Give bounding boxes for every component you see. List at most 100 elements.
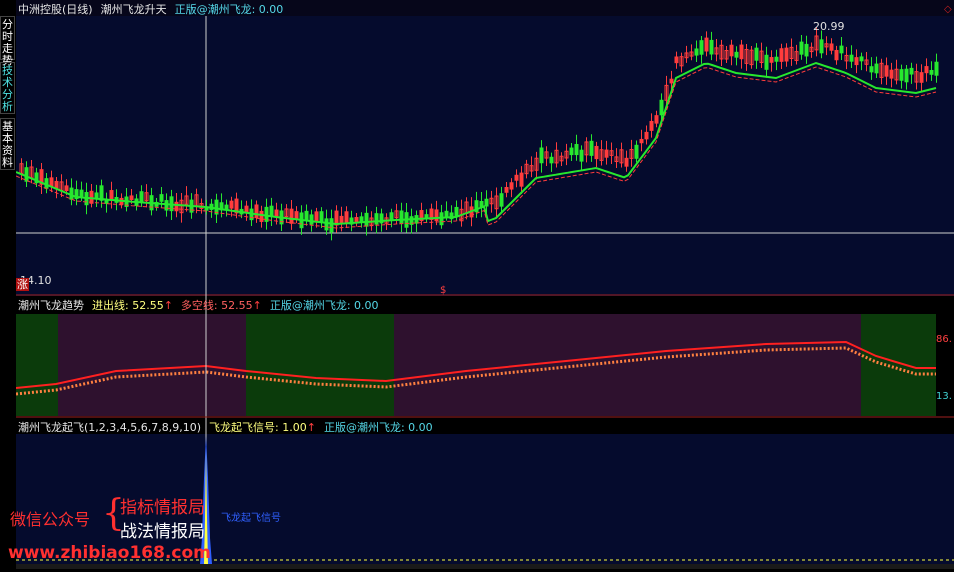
candle-body: [919, 72, 924, 83]
signal-header: 潮州飞龙起飞(1,2,3,4,5,6,7,8,9,10) 飞龙起飞信号: 1.00…: [18, 419, 441, 435]
candle-body: [784, 47, 789, 62]
candle-body: [799, 41, 804, 55]
tab-technical-analysis[interactable]: 技术分析: [0, 62, 15, 114]
high-price-label: 20.99: [813, 20, 845, 33]
candle-body: [819, 39, 824, 54]
candle-body: [674, 56, 679, 64]
main-chart-svg[interactable]: 20.99 14.10 $ ◇: [15, 0, 954, 296]
candle-body: [354, 217, 359, 223]
candle-body: [319, 211, 324, 223]
candle-body: [374, 213, 379, 225]
tab-fundamentals[interactable]: 基本资料: [0, 118, 15, 170]
candle-body: [934, 61, 939, 76]
indicator-name: 潮州飞龙升天: [100, 3, 167, 16]
candle-body: [904, 68, 909, 83]
trend-panel[interactable]: 86. 13. 潮州飞龙趋势 进出线: 52.55↑ 多空线: 52.55↑ 正版@潮…: [15, 296, 954, 418]
candle-body: [314, 211, 319, 222]
candle-body: [254, 204, 259, 219]
candle-body: [64, 185, 69, 192]
sidebar: 分时走势 技术分析 基本资料: [0, 0, 16, 569]
candle-body: [699, 40, 704, 55]
candle-body: [454, 206, 459, 217]
candle-body: [704, 37, 709, 52]
candle-body: [324, 218, 329, 231]
trend-zone: [861, 314, 936, 416]
candle-body: [654, 115, 659, 124]
candle-body: [604, 149, 609, 158]
signal-arrow: ↑: [306, 421, 316, 434]
candle-body: [174, 201, 179, 212]
candle-body: [834, 49, 839, 61]
candle-body: [579, 149, 584, 162]
candle-body: [929, 69, 934, 75]
signal-legend: 正版@潮州飞龙: 0.00: [323, 421, 433, 434]
candle-body: [739, 44, 744, 60]
candle-body: [754, 47, 759, 61]
candle-body: [839, 45, 844, 54]
candle-body: [159, 194, 164, 202]
watermark-wechat-label: 微信公众号: [10, 510, 91, 529]
watermark-url: www.zhibiao168.com: [8, 543, 211, 563]
candle-body: [364, 212, 369, 227]
trend-title: 潮州飞龙趋势: [18, 299, 84, 312]
candle-body: [869, 66, 874, 73]
candle-body: [79, 189, 84, 197]
candle-body: [359, 216, 364, 222]
candle-body: [859, 56, 864, 62]
candle-body: [309, 214, 314, 225]
candle-body: [899, 69, 904, 81]
candle-body: [734, 51, 739, 58]
dollar-marker: $: [440, 285, 446, 296]
candle-body: [244, 205, 249, 214]
candle-body: [589, 140, 594, 156]
candle-body: [644, 131, 649, 140]
candle-body: [484, 198, 489, 207]
candle-body: [109, 190, 114, 200]
candle-body: [519, 172, 524, 187]
bull-bear-arrow: ↑: [252, 299, 262, 312]
candle-body: [499, 193, 504, 207]
candle-body: [399, 210, 404, 224]
candle-body: [549, 156, 554, 164]
candle-body: [849, 54, 854, 62]
watermark-line2: 战法情报局: [120, 522, 205, 542]
candle-body: [444, 210, 449, 218]
candle-body: [514, 174, 519, 181]
main-chart-panel[interactable]: 20.99 14.10 $ ◇ 中洲控股(日线) 潮州飞龙升天 正版@潮州飞龙: 0…: [15, 0, 954, 296]
candle-body: [909, 67, 914, 75]
candle-body: [779, 48, 784, 62]
candle-body: [649, 120, 654, 131]
restore-icon[interactable]: ◇: [944, 4, 952, 15]
stock-name: 中洲控股(日线): [18, 3, 93, 16]
candle-body: [829, 43, 834, 51]
scrollbar-track[interactable]: [16, 564, 954, 569]
trend-high-label: 86.: [936, 334, 952, 345]
candle-body: [504, 186, 509, 193]
trend-chart-svg[interactable]: 86. 13.: [15, 296, 954, 418]
trend-zone: [394, 314, 861, 416]
candle-body: [574, 143, 579, 156]
trend-zone: [16, 314, 58, 416]
candle-body: [889, 69, 894, 79]
trend-zone: [58, 314, 246, 416]
candle-body: [289, 208, 294, 224]
candle-body: [709, 39, 714, 55]
candle-body: [854, 57, 859, 66]
candle-body: [769, 57, 774, 63]
candle-body: [634, 144, 639, 159]
candle-body: [269, 205, 274, 217]
rise-badge: 涨: [16, 278, 29, 291]
candle-body: [624, 157, 629, 167]
trend-zones: [16, 314, 936, 416]
candle-body: [774, 56, 779, 62]
entry-line-arrow: ↑: [163, 299, 173, 312]
watermark-line1: 指标情报局: [120, 498, 205, 518]
candle-body: [669, 78, 674, 84]
candle-body: [874, 63, 879, 74]
trend-zone: [246, 314, 394, 416]
candle-body: [49, 177, 54, 187]
candle-body: [884, 65, 889, 77]
tab-intraday[interactable]: 分时走势: [0, 16, 15, 67]
candle-body: [764, 54, 769, 70]
candle-body: [509, 182, 514, 190]
